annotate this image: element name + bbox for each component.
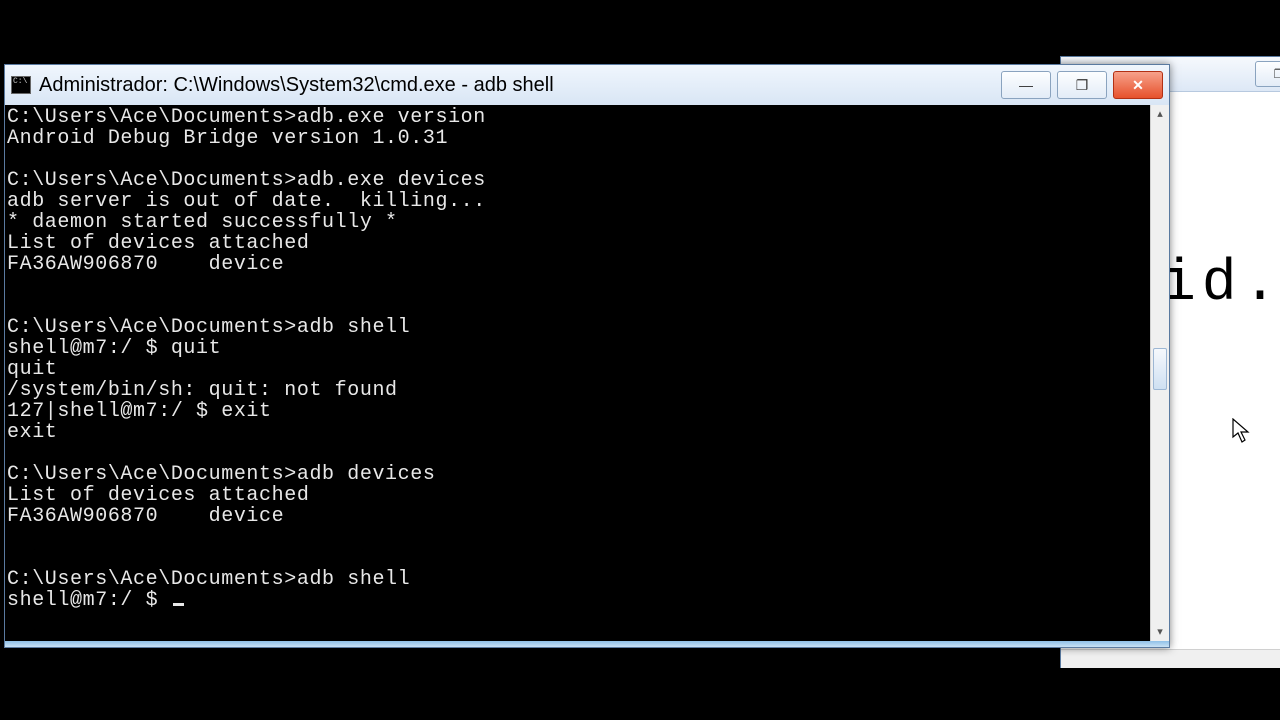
cmd-window-title: Administrador: C:\Windows\System32\cmd.e… xyxy=(39,74,554,97)
cmd-titlebar[interactable]: Administrador: C:\Windows\System32\cmd.e… xyxy=(5,65,1169,106)
scroll-down-icon[interactable]: ▾ xyxy=(1151,623,1169,641)
minimize-button[interactable]: — xyxy=(1001,71,1051,99)
bg-maximize-button[interactable]: ❐ xyxy=(1255,61,1280,87)
close-button[interactable]: ✕ xyxy=(1113,71,1163,99)
close-icon: ✕ xyxy=(1132,77,1144,94)
terminal-text: C:\Users\Ace\Documents>adb.exe version A… xyxy=(7,106,486,612)
desktop: ❐ ✕ id. ▴ ▾ ▸ Administrador: C:\Windows\… xyxy=(0,0,1280,720)
maximize-button[interactable]: ❐ xyxy=(1057,71,1107,99)
terminal-cursor xyxy=(173,603,184,606)
bg-horizontal-scrollbar[interactable]: ▸ xyxy=(1061,649,1280,668)
scroll-up-icon[interactable]: ▴ xyxy=(1151,105,1169,123)
maximize-icon: ❐ xyxy=(1076,77,1089,94)
scrollbar-track[interactable] xyxy=(1151,123,1169,623)
window-bottom-border xyxy=(5,641,1169,647)
scrollbar-thumb[interactable] xyxy=(1153,348,1167,390)
cmd-window[interactable]: Administrador: C:\Windows\System32\cmd.e… xyxy=(4,64,1170,648)
cmd-app-icon xyxy=(11,76,31,94)
minimize-icon: — xyxy=(1019,77,1033,93)
cmd-vertical-scrollbar[interactable]: ▴ ▾ xyxy=(1150,105,1169,641)
terminal-output[interactable]: C:\Users\Ace\Documents>adb.exe version A… xyxy=(5,105,1150,641)
bg-visible-text: id. xyxy=(1161,252,1280,317)
maximize-icon: ❐ xyxy=(1274,67,1280,81)
